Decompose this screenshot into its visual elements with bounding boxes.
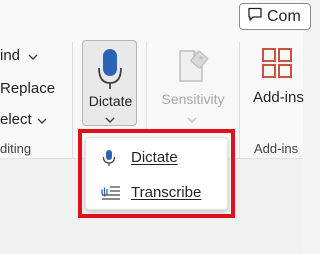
dictate-button[interactable]: Dictate xyxy=(82,40,137,126)
chevron-down-icon xyxy=(37,111,47,128)
group-divider xyxy=(146,42,147,132)
add-ins-label: Add-ins xyxy=(253,89,304,106)
group-divider xyxy=(239,42,240,160)
comments-button[interactable]: Com xyxy=(239,3,311,30)
menu-item-dictate[interactable]: Dictate xyxy=(86,141,227,173)
group-divider xyxy=(72,42,73,160)
chevron-down-icon xyxy=(28,47,38,64)
menu-item-label: Dictate xyxy=(131,148,178,166)
comments-label: Com xyxy=(267,7,301,25)
editing-group-label: diting xyxy=(0,141,32,156)
chevron-down-icon xyxy=(187,110,197,128)
sensitivity-icon xyxy=(177,46,211,89)
sensitivity-label: Sensitivity xyxy=(161,91,225,107)
dictate-dropdown-menu: Dictate Transcribe xyxy=(85,137,228,210)
find-label: ind xyxy=(0,47,21,64)
add-ins-icon xyxy=(261,47,293,84)
add-ins-button[interactable]: Add-ins xyxy=(248,42,304,122)
add-ins-group-label: Add-ins xyxy=(254,141,299,156)
menu-item-label: Transcribe xyxy=(131,183,202,201)
microphone-icon xyxy=(97,47,123,96)
transcribe-icon xyxy=(101,184,121,205)
dictate-label: Dictate xyxy=(88,93,133,109)
chevron-down-icon[interactable] xyxy=(105,110,115,128)
microphone-icon xyxy=(101,149,117,172)
select-button[interactable]: elect xyxy=(0,111,47,128)
select-label: elect xyxy=(0,111,32,128)
replace-label: Replace xyxy=(0,80,56,97)
replace-button[interactable]: Replace xyxy=(0,80,55,97)
find-button[interactable]: ind xyxy=(0,47,38,64)
menu-item-transcribe[interactable]: Transcribe xyxy=(86,176,227,208)
sensitivity-button[interactable]: Sensitivity xyxy=(156,42,230,123)
comment-icon xyxy=(247,6,263,27)
